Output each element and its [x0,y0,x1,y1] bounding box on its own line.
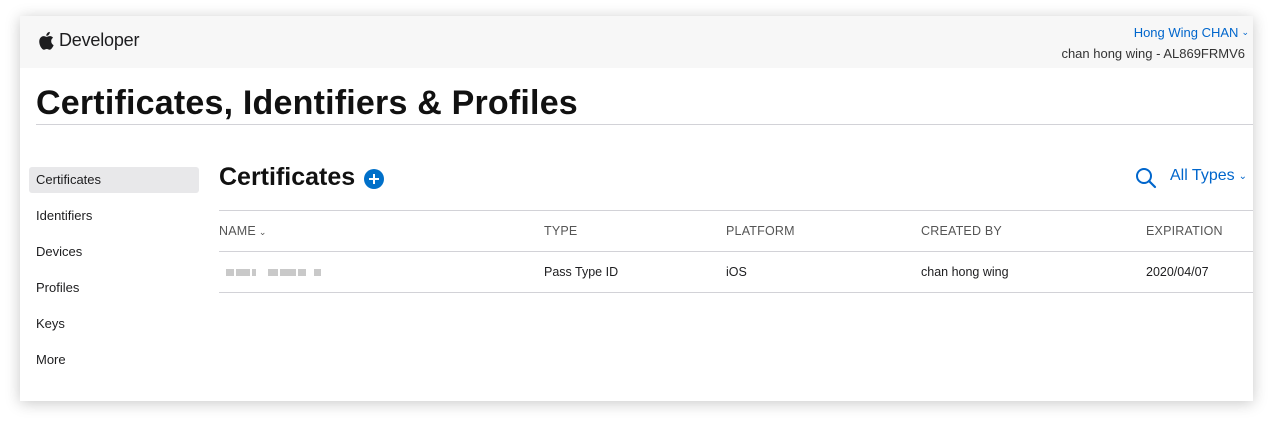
column-header-platform[interactable]: PLATFORM [726,211,795,251]
chevron-down-icon: ⌄ [1241,27,1249,37]
sidebar-item-label: More [36,352,66,367]
search-icon[interactable] [1135,167,1157,189]
developer-brand-link[interactable]: Developer [38,30,139,51]
account-area: Hong Wing CHAN ⌄ chan hong wing - AL869F… [1061,24,1253,61]
page-title: Certificates, Identifiers & Profiles [36,84,578,122]
table-header: NAME ⌄ TYPE PLATFORM CREATED BY EXPIRATIO… [219,210,1253,251]
global-header: Developer Hong Wing CHAN ⌄ chan hong win… [20,16,1253,68]
chevron-down-icon: ⌄ [1238,170,1247,182]
apple-logo-icon [38,31,54,50]
section-header: Certificates All Types ⌄ [219,161,1253,195]
brand-text: Developer [59,30,140,50]
certificates-table: NAME ⌄ TYPE PLATFORM CREATED BY EXPIRATIO… [219,210,1253,293]
certificate-type: Pass Type ID [544,265,619,279]
sidebar-item-certificates[interactable]: Certificates [29,167,199,193]
sidebar-item-devices[interactable]: Devices [29,239,199,265]
account-team: chan hong wing - AL869FRMV6 [1061,46,1245,61]
main-content: Certificates All Types ⌄ NAME ⌄ TYPE PLAT… [219,161,1253,293]
type-filter-dropdown[interactable]: All Types ⌄ [1170,167,1247,185]
account-name: Hong Wing CHAN [1133,25,1239,40]
column-header-expiration[interactable]: EXPIRATION [1146,211,1223,251]
column-header-name[interactable]: NAME ⌄ [219,211,267,252]
title-divider [36,124,1253,125]
sidebar-item-keys[interactable]: Keys [29,311,199,337]
type-filter-label: All Types [1169,167,1235,184]
sidebar-item-profiles[interactable]: Profiles [29,275,199,301]
table-row[interactable]: Pass Type ID iOS chan hong wing 2020/04/… [219,251,1253,293]
browser-window: Developer Hong Wing CHAN ⌄ chan hong win… [20,16,1253,401]
sidebar-nav: Certificates Identifiers Devices Profile… [29,167,199,383]
column-header-created-by[interactable]: CREATED BY [921,211,1002,251]
add-certificate-button[interactable] [364,169,384,189]
sidebar-item-identifiers[interactable]: Identifiers [29,203,199,229]
chevron-down-icon: ⌄ [258,227,267,237]
sidebar-item-label: Devices [36,244,83,259]
sidebar-item-label: Certificates [36,172,102,187]
account-menu-button[interactable]: Hong Wing CHAN ⌄ [1134,25,1249,40]
column-header-type[interactable]: TYPE [544,211,577,251]
certificate-created-by: chan hong wing [921,265,1009,279]
sidebar-item-more[interactable]: More [29,347,199,373]
sidebar-item-label: Keys [36,316,65,331]
section-title: Certificates [219,163,356,191]
sidebar-item-label: Identifiers [36,208,93,223]
certificate-platform: iOS [726,265,747,279]
certificate-name-blurred [219,252,323,292]
certificate-expiration: 2020/04/07 [1146,265,1209,279]
sidebar-item-label: Profiles [36,280,80,295]
